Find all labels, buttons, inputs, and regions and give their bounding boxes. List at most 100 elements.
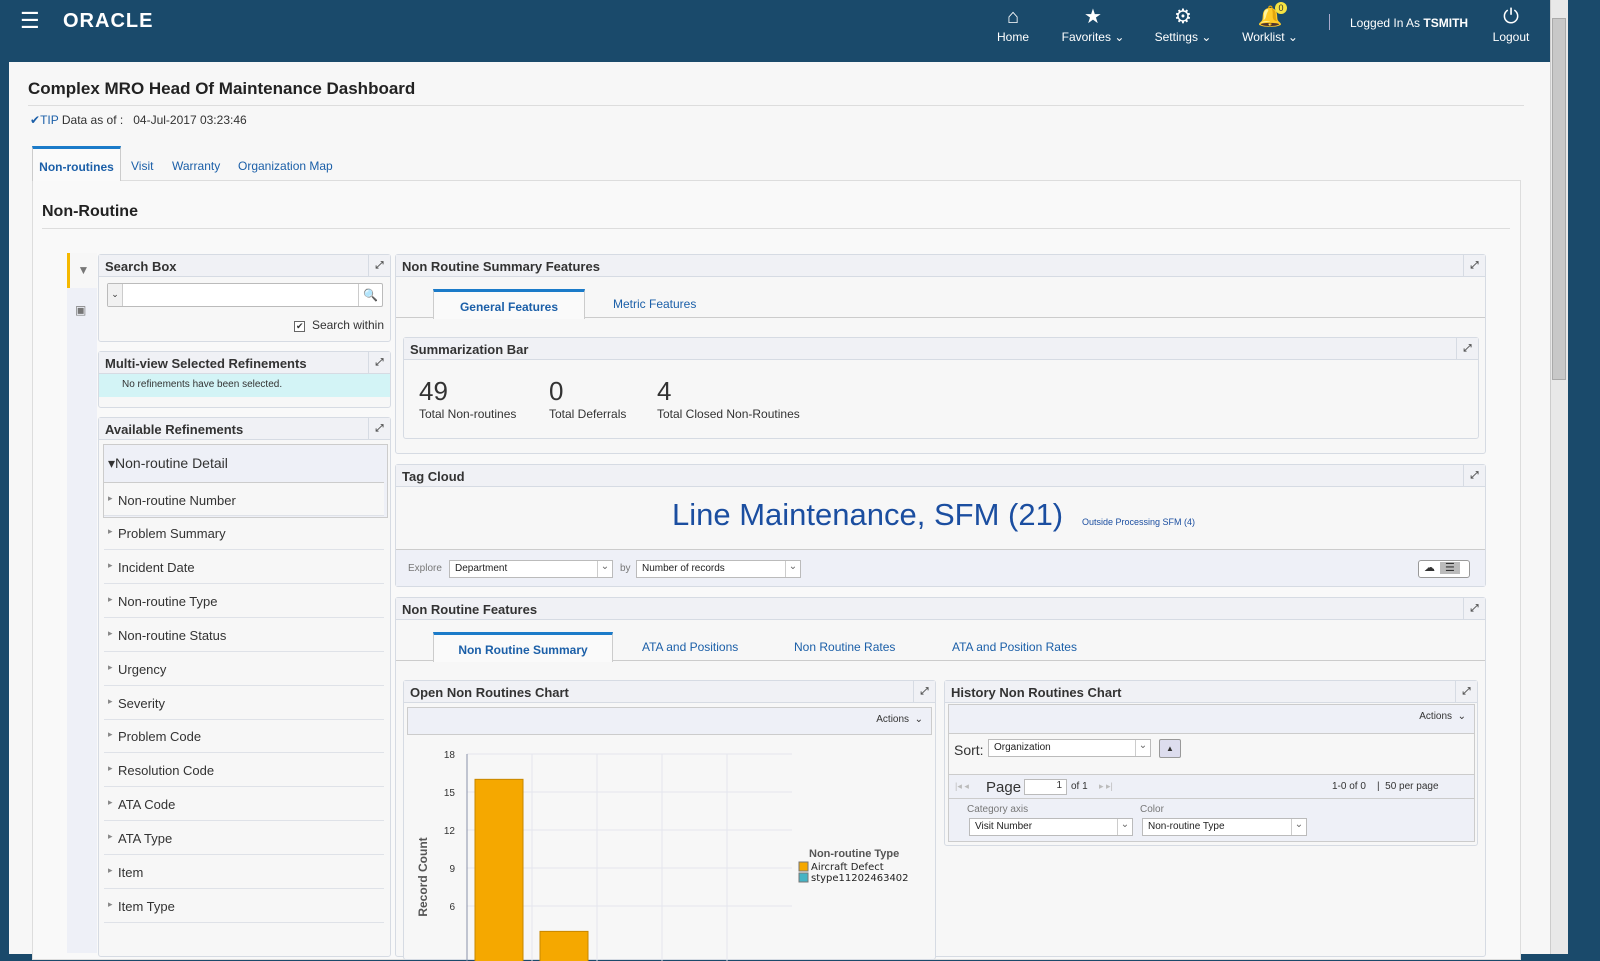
expand-icon[interactable]: ⤢ bbox=[1463, 598, 1485, 619]
explore-select[interactable]: Department bbox=[449, 560, 613, 578]
hamburger-menu-icon[interactable]: ☰ bbox=[20, 10, 40, 32]
tag-outside-processing[interactable]: Outside Processing SFM (4) bbox=[1082, 517, 1195, 527]
nav-worklist[interactable]: 🔔 Worklist ⌄ 0 bbox=[1235, 2, 1305, 44]
section-title: Non-Routine bbox=[42, 203, 138, 220]
tag-cloud-toolbar: Explore Department by Number of records … bbox=[396, 549, 1485, 586]
side-rail: ▼ ▣ bbox=[67, 253, 97, 953]
view-toggle[interactable]: ☁ ☰ bbox=[1418, 560, 1470, 578]
y-tick-label: 18 bbox=[444, 750, 456, 761]
refinement-item[interactable]: ATA Code bbox=[104, 787, 384, 821]
refinement-item[interactable]: Problem Summary bbox=[104, 516, 384, 550]
tab-ata-positions[interactable]: ATA and Positions bbox=[642, 640, 738, 654]
color-select[interactable]: Non-routine Type bbox=[1142, 818, 1307, 836]
home-icon: ⌂ bbox=[1006, 6, 1020, 28]
expand-icon[interactable]: ⤢ bbox=[1456, 338, 1478, 359]
y-tick-label: 15 bbox=[444, 788, 456, 799]
metric-total-closed[interactable]: 4 Total Closed Non-Routines bbox=[657, 376, 800, 421]
divider bbox=[28, 105, 1524, 106]
open-chart-svg: 6 9 12 15 18 Record Count Non-routine Type Airc… bbox=[416, 750, 909, 961]
search-icon[interactable]: 🔍 bbox=[358, 284, 382, 306]
by-select[interactable]: Number of records bbox=[636, 560, 801, 578]
refinement-item[interactable]: Problem Code bbox=[104, 719, 384, 753]
refinement-item[interactable]: Item Type bbox=[104, 889, 384, 923]
tag-cloud-panel: Tag Cloud ⤢ Line Maintenance, SFM (21) Ou… bbox=[395, 464, 1486, 587]
bookmark-icon[interactable]: ▣ bbox=[75, 303, 86, 317]
expand-icon[interactable]: ⤢ bbox=[1463, 465, 1485, 486]
category-axis-select[interactable]: Visit Number bbox=[969, 818, 1133, 836]
search-input[interactable]: ⌄ 🔍 bbox=[107, 283, 383, 307]
search-dropdown-icon[interactable]: ⌄ bbox=[108, 284, 123, 306]
history-chart-panel: History Non Routines Chart ⤢ Actions ⌄ So… bbox=[944, 680, 1478, 846]
refinement-item[interactable]: Non-routine Number bbox=[104, 482, 384, 516]
sort-select[interactable]: Organization bbox=[988, 739, 1151, 757]
refinement-item[interactable]: Urgency bbox=[104, 652, 384, 686]
expand-icon[interactable]: ⤢ bbox=[1455, 681, 1477, 702]
nav-settings[interactable]: ⚙ Settings ⌄ bbox=[1148, 4, 1218, 44]
tab-visit[interactable]: Visit bbox=[131, 159, 153, 173]
filter-icon[interactable]: ▼ bbox=[67, 253, 97, 288]
logged-in-label: Logged In As TSMITH bbox=[1350, 16, 1469, 30]
expand-icon[interactable]: ⤢ bbox=[368, 418, 390, 439]
sort-ascending-button[interactable]: ▲ bbox=[1159, 739, 1181, 758]
chart-toolbar: Actions ⌄ bbox=[407, 707, 932, 735]
tab-ata-position-rates[interactable]: ATA and Position Rates bbox=[952, 640, 1077, 654]
refinement-item[interactable]: Incident Date bbox=[104, 550, 384, 584]
search-box-panel: Search Box ⤢ ⌄ 🔍 ✔ Search within bbox=[98, 254, 391, 342]
list-view-icon: ☰ bbox=[1440, 562, 1460, 574]
scrollbar-thumb[interactable] bbox=[1552, 18, 1566, 380]
refinement-item[interactable]: ATA Type bbox=[104, 821, 384, 855]
page-input[interactable]: 1 bbox=[1024, 779, 1067, 795]
logout-button[interactable]: ⏻ Logout bbox=[1490, 4, 1532, 44]
history-chart-body: Actions ⌄ Sort: Organization ▲ |◂ ◂ Page… bbox=[948, 704, 1475, 842]
nav-favorites[interactable]: ★ Favorites ⌄ bbox=[1058, 4, 1128, 44]
metric-total-non-routines[interactable]: 49 Total Non-routines bbox=[419, 376, 516, 421]
checkbox-icon: ✔ bbox=[294, 321, 306, 332]
top-header: ☰ ORACLE ⌂ Home ★ Favorites ⌄ ⚙ Settings ⌄ … bbox=[0, 0, 1600, 62]
legend-title: Non-routine Type bbox=[809, 848, 899, 860]
refinement-item[interactable]: Non-routine Status bbox=[104, 618, 384, 652]
actions-menu[interactable]: Actions ⌄ bbox=[876, 714, 923, 725]
y-tick-label: 6 bbox=[449, 902, 455, 913]
tab-non-routine-summary[interactable]: Non Routine Summary bbox=[433, 632, 613, 662]
page-title: Complex MRO Head Of Maintenance Dashboar… bbox=[28, 79, 416, 98]
refinement-item[interactable]: Severity bbox=[104, 686, 384, 720]
expand-icon[interactable]: ⤢ bbox=[913, 681, 935, 702]
y-tick-label: 9 bbox=[449, 864, 455, 875]
refinement-group-toggle[interactable]: ▾Non-routine Detail bbox=[108, 455, 228, 472]
y-axis-title: Record Count bbox=[416, 837, 430, 916]
refinement-item[interactable]: Non-routine Type bbox=[104, 584, 384, 618]
next-last-page-icons[interactable]: ▸ ▸| bbox=[1099, 781, 1113, 792]
legend-swatch bbox=[798, 861, 809, 872]
gear-icon: ⚙ bbox=[1174, 6, 1192, 28]
check-icon: ✔ bbox=[30, 113, 41, 127]
summary-features-panel: Non Routine Summary Features ⤢ General Fe… bbox=[395, 254, 1486, 454]
search-within-checkbox[interactable]: ✔ Search within bbox=[294, 318, 384, 332]
selected-refinements-panel: Multi-view Selected Refinements ⤢ No refi… bbox=[98, 351, 391, 408]
refinement-item[interactable]: Item bbox=[104, 855, 384, 889]
bar bbox=[474, 778, 524, 961]
no-refinements-message: No refinements have been selected. bbox=[99, 374, 390, 397]
power-icon: ⏻ bbox=[1503, 6, 1519, 28]
tab-general-features[interactable]: General Features bbox=[433, 289, 585, 319]
expand-icon[interactable]: ⤢ bbox=[368, 255, 390, 276]
y-tick-label: 12 bbox=[444, 826, 456, 837]
expand-icon[interactable]: ⤢ bbox=[1463, 255, 1485, 276]
divider bbox=[42, 228, 1510, 229]
actions-menu[interactable]: Actions ⌄ bbox=[1419, 711, 1466, 722]
expand-icon[interactable]: ⤢ bbox=[368, 352, 390, 373]
star-icon: ★ bbox=[1084, 6, 1102, 28]
tab-metric-features[interactable]: Metric Features bbox=[613, 297, 696, 311]
metric-total-deferrals[interactable]: 0 Total Deferrals bbox=[549, 376, 626, 421]
tab-non-routine-rates[interactable]: Non Routine Rates bbox=[794, 640, 895, 654]
tab-non-routines[interactable]: Non-routines bbox=[32, 146, 121, 181]
tab-warranty[interactable]: Warranty bbox=[172, 159, 220, 173]
tag-line-maintenance[interactable]: Line Maintenance, SFM (21) bbox=[672, 497, 1063, 533]
legend-swatch bbox=[798, 872, 809, 883]
open-chart-panel: Open Non Routines Chart ⤢ Actions ⌄ 6 9 12 1… bbox=[403, 680, 936, 961]
range-text: 1-0 of 0 bbox=[1332, 781, 1366, 792]
legend-label: stype11202463402 bbox=[811, 873, 909, 884]
refinement-item[interactable]: Resolution Code bbox=[104, 753, 384, 787]
first-prev-page-icons[interactable]: |◂ ◂ bbox=[955, 781, 969, 792]
tab-organization-map[interactable]: Organization Map bbox=[238, 159, 333, 173]
nav-home[interactable]: ⌂ Home bbox=[993, 4, 1033, 44]
